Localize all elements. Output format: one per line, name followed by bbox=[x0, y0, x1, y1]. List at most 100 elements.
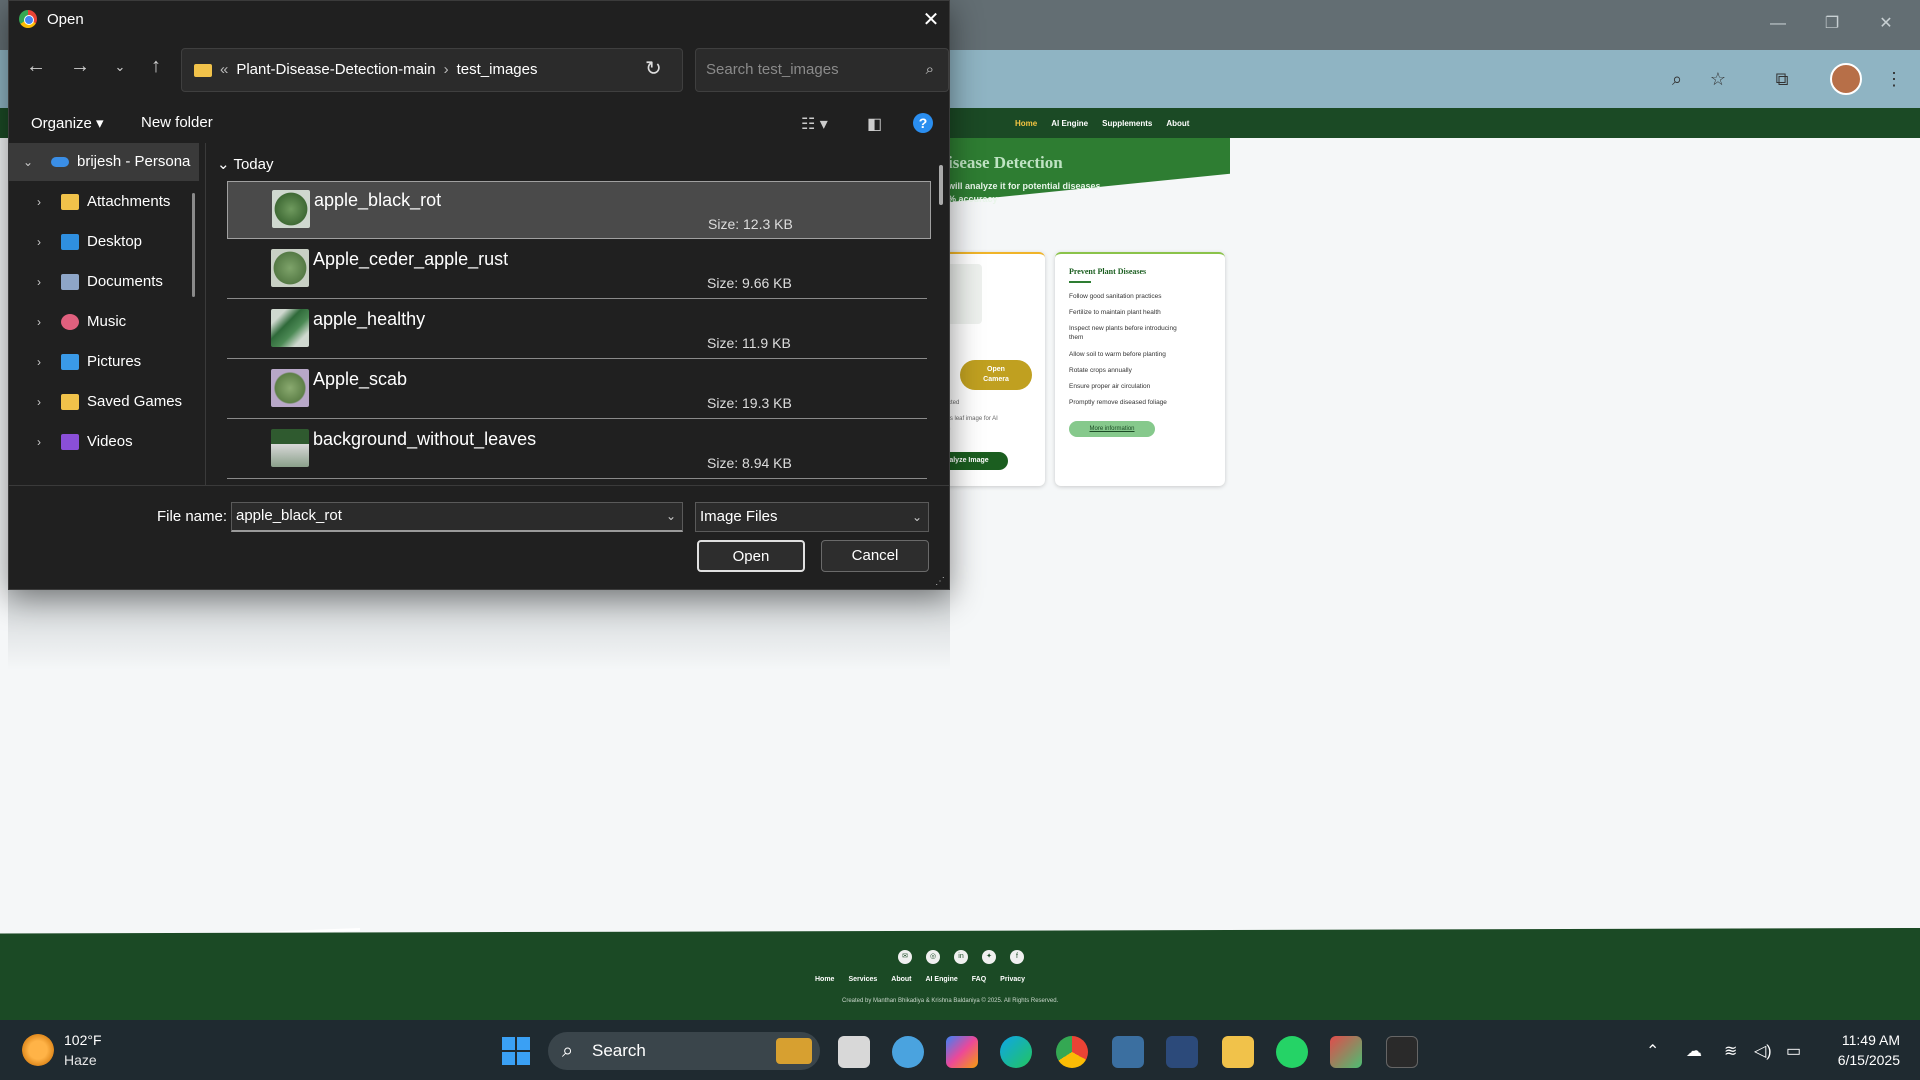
organize-button[interactable]: Organize ▾ bbox=[31, 114, 104, 132]
chevron-right-icon[interactable]: › bbox=[37, 183, 41, 221]
sidebar-item-music[interactable]: › Music bbox=[9, 303, 199, 341]
close-window-icon[interactable]: ✕ bbox=[1864, 10, 1908, 38]
linkedin-icon[interactable]: in bbox=[954, 950, 968, 964]
vscode-icon[interactable] bbox=[1166, 1036, 1198, 1068]
sidebar-item-onedrive[interactable]: ⌄ brijesh - Persona bbox=[9, 143, 199, 181]
chevron-right-icon[interactable]: › bbox=[37, 383, 41, 421]
recent-locations-chevron-icon[interactable]: ⌄ bbox=[107, 59, 133, 75]
breadcrumb-item[interactable]: test_images bbox=[457, 49, 538, 91]
onedrive-cloud-icon[interactable]: ☁ bbox=[1686, 1041, 1702, 1061]
git-icon[interactable] bbox=[1330, 1036, 1362, 1068]
weather-widget[interactable]: 102°F Haze bbox=[22, 1030, 102, 1070]
up-arrow-icon[interactable]: ↑ bbox=[143, 55, 169, 78]
camera-label: Camera bbox=[983, 376, 1009, 383]
back-arrow-icon[interactable]: ← bbox=[23, 55, 49, 78]
tip-item: Rotate crops annually bbox=[1069, 367, 1132, 374]
more-information-button[interactable]: More information bbox=[1069, 421, 1155, 437]
task-view-icon[interactable] bbox=[838, 1036, 870, 1068]
chevron-up-icon[interactable]: ⌃ bbox=[1646, 1041, 1659, 1061]
email-icon[interactable]: ✉ bbox=[898, 950, 912, 964]
breadcrumb-item[interactable]: Plant-Disease-Detection-main bbox=[236, 49, 435, 91]
list-item[interactable]: apple_black_rot Size: 12.3 KB bbox=[227, 181, 931, 239]
chrome-icon[interactable] bbox=[1056, 1036, 1088, 1068]
kebab-menu-icon[interactable]: ⋮ bbox=[1880, 65, 1908, 93]
scrollbar[interactable] bbox=[939, 165, 943, 205]
new-folder-button[interactable]: New folder bbox=[141, 114, 213, 131]
chevron-down-icon[interactable]: ⌄ bbox=[23, 143, 33, 181]
chevron-down-icon[interactable]: ⌄ bbox=[912, 503, 922, 531]
list-item[interactable]: apple_healthy Size: 11.9 KB bbox=[227, 301, 927, 359]
weather-text: 102°F Haze bbox=[64, 1030, 102, 1070]
search-input[interactable]: Search test_images ⌕ bbox=[695, 48, 949, 92]
address-bar[interactable]: « Plant-Disease-Detection-main › test_im… bbox=[181, 48, 768, 92]
paint-icon[interactable] bbox=[892, 1036, 924, 1068]
nav-about[interactable]: About bbox=[1166, 119, 1189, 128]
footer-link-services[interactable]: Services bbox=[848, 976, 877, 983]
chevron-right-icon[interactable]: › bbox=[444, 49, 449, 91]
breadcrumb-overflow[interactable]: « bbox=[220, 49, 228, 91]
help-icon[interactable]: ? bbox=[913, 113, 933, 133]
footer-link-about[interactable]: About bbox=[891, 976, 911, 983]
zoom-icon[interactable]: ⌕ bbox=[1663, 65, 1691, 93]
sidebar-item-pictures[interactable]: › Pictures bbox=[9, 343, 199, 381]
footer-link-faq[interactable]: FAQ bbox=[972, 976, 986, 983]
minimize-icon[interactable]: — bbox=[1756, 10, 1800, 38]
command-bar: Organize ▾ New folder ☷ ▾ ◧ bbox=[9, 109, 949, 143]
extensions-icon[interactable]: ⧉ bbox=[1768, 65, 1796, 93]
battery-icon[interactable]: ▭ bbox=[1786, 1041, 1801, 1061]
nav-ai-engine[interactable]: AI Engine bbox=[1051, 119, 1088, 128]
whatsapp-icon[interactable] bbox=[1276, 1036, 1308, 1068]
resize-grip-icon[interactable]: ⋰ bbox=[935, 576, 945, 587]
restore-icon[interactable]: ❐ bbox=[1810, 10, 1854, 38]
volume-icon[interactable]: ◁) bbox=[1754, 1041, 1772, 1061]
sidebar-item-saved-games[interactable]: › Saved Games bbox=[9, 383, 199, 421]
list-item[interactable]: Apple_ceder_apple_rust Size: 9.66 KB bbox=[227, 241, 927, 299]
chevron-right-icon[interactable]: › bbox=[37, 423, 41, 461]
sidebar-item-documents[interactable]: › Documents bbox=[9, 263, 199, 301]
copilot-icon[interactable] bbox=[946, 1036, 978, 1068]
sidebar-item-attachments[interactable]: › Attachments bbox=[9, 183, 199, 221]
group-header[interactable]: ⌄ Today bbox=[217, 155, 274, 173]
chevron-down-icon[interactable]: ⌄ bbox=[666, 503, 676, 529]
nav-supplements[interactable]: Supplements bbox=[1102, 119, 1152, 128]
list-item[interactable]: Apple_scab Size: 19.3 KB bbox=[227, 361, 927, 419]
chevron-right-icon[interactable]: › bbox=[37, 223, 41, 261]
footer-link-ai-engine[interactable]: AI Engine bbox=[925, 976, 957, 983]
close-icon[interactable]: ✕ bbox=[917, 7, 945, 32]
file-explorer-icon[interactable] bbox=[1222, 1036, 1254, 1068]
twitter-icon[interactable]: ✦ bbox=[982, 950, 996, 964]
chevron-right-icon[interactable]: › bbox=[37, 263, 41, 301]
windows-start-icon[interactable] bbox=[502, 1037, 530, 1065]
taskbar-search[interactable]: ⌕ Search bbox=[548, 1032, 820, 1070]
edge-icon[interactable] bbox=[1000, 1036, 1032, 1068]
nav-home[interactable]: Home bbox=[1015, 119, 1037, 128]
videos-icon bbox=[61, 434, 79, 450]
sidebar-item-videos[interactable]: › Videos bbox=[9, 423, 199, 461]
instagram-icon[interactable]: ◎ bbox=[926, 950, 940, 964]
facebook-icon[interactable]: f bbox=[1010, 950, 1024, 964]
forward-arrow-icon[interactable]: → bbox=[67, 55, 93, 78]
file-name-field[interactable]: apple_black_rot ⌄ bbox=[231, 502, 683, 532]
sidebar-item-desktop[interactable]: › Desktop bbox=[9, 223, 199, 261]
wifi-icon[interactable]: ≋ bbox=[1724, 1041, 1737, 1061]
app-window-icon[interactable] bbox=[1112, 1036, 1144, 1068]
profile-avatar[interactable] bbox=[1830, 63, 1862, 95]
footer-link-home[interactable]: Home bbox=[815, 976, 834, 983]
file-type-select[interactable]: Image Files ⌄ bbox=[695, 502, 929, 532]
chevron-right-icon[interactable]: › bbox=[37, 303, 41, 341]
open-button[interactable]: Open bbox=[697, 540, 805, 572]
terminal-icon[interactable] bbox=[1386, 1036, 1418, 1068]
refresh-icon[interactable]: ↻ bbox=[645, 56, 662, 81]
cancel-button[interactable]: Cancel bbox=[821, 540, 929, 572]
view-options-icon[interactable]: ☷ ▾ bbox=[801, 114, 828, 134]
navigation-pane: ⌄ brijesh - Persona › Attachments › Desk… bbox=[9, 143, 206, 485]
sidebar-item-label: brijesh - Persona bbox=[77, 153, 191, 170]
bookmark-star-icon[interactable]: ☆ bbox=[1704, 65, 1732, 93]
footer-link-privacy[interactable]: Privacy bbox=[1000, 976, 1025, 983]
scrollbar[interactable] bbox=[192, 193, 195, 297]
list-item[interactable]: background_without_leaves Size: 8.94 KB bbox=[227, 421, 927, 479]
chevron-right-icon[interactable]: › bbox=[37, 343, 41, 381]
clock[interactable]: 11:49 AM 6/15/2025 bbox=[1820, 1030, 1900, 1070]
open-camera-button[interactable]: Open Camera bbox=[960, 360, 1032, 390]
preview-pane-icon[interactable]: ◧ bbox=[867, 114, 882, 134]
